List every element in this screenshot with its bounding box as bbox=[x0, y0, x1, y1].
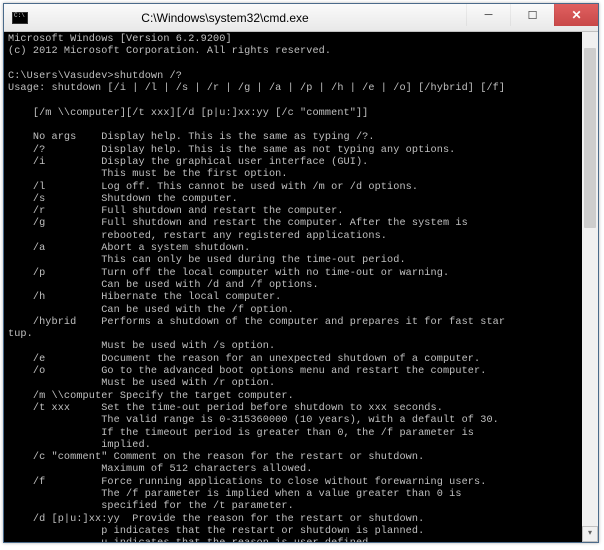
cmd-icon bbox=[12, 12, 28, 24]
minimize-button[interactable]: ─ bbox=[466, 4, 510, 26]
close-button[interactable]: ✕ bbox=[554, 4, 598, 26]
titlebar[interactable]: C:\Windows\system32\cmd.exe ─ ☐ ✕ bbox=[4, 4, 598, 32]
terminal-area[interactable]: Microsoft Windows [Version 6.2.9200] (c)… bbox=[4, 32, 598, 542]
scroll-down-arrow-icon[interactable]: ▾ bbox=[582, 526, 598, 542]
scrollbar-thumb[interactable] bbox=[584, 48, 596, 228]
terminal-output: Microsoft Windows [Version 6.2.9200] (c)… bbox=[8, 34, 578, 542]
maximize-button[interactable]: ☐ bbox=[510, 4, 554, 26]
window-title: C:\Windows\system32\cmd.exe bbox=[0, 11, 466, 25]
window-controls: ─ ☐ ✕ bbox=[466, 4, 598, 31]
vertical-scrollbar[interactable]: ▴ ▾ bbox=[582, 32, 598, 542]
scrollbar-track[interactable] bbox=[582, 48, 598, 526]
cmd-window: C:\Windows\system32\cmd.exe ─ ☐ ✕ Micros… bbox=[3, 3, 599, 543]
